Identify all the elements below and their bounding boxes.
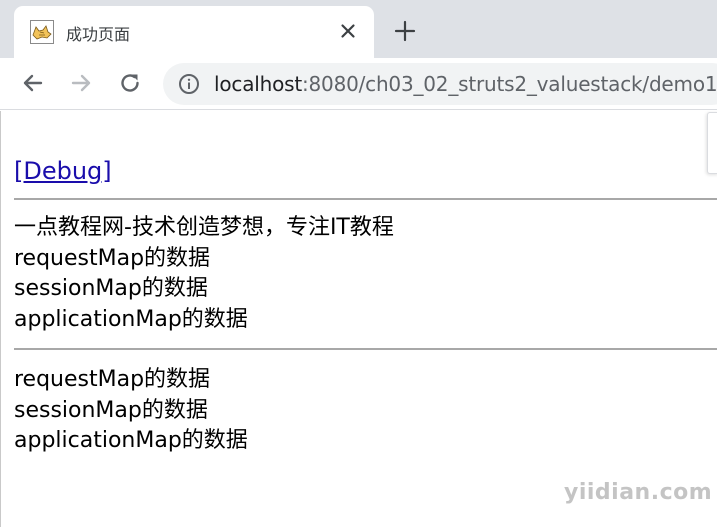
url-host: localhost (214, 72, 302, 96)
debug-link[interactable]: [Debug] (14, 157, 112, 185)
tab-title: 成功页面 (66, 25, 131, 44)
horizontal-rule (14, 198, 717, 200)
session-map-line: sessionMap的数据 (14, 276, 208, 301)
plus-icon[interactable] (394, 20, 416, 42)
reload-icon[interactable] (117, 70, 143, 96)
request-map-line: requestMap的数据 (14, 367, 211, 392)
info-icon[interactable] (178, 73, 200, 95)
value-list-2: requestMap的数据 sessionMap的数据 applicationM… (14, 365, 248, 457)
close-icon[interactable] (339, 22, 357, 40)
page-content: [Debug] 一点教程网-技术创造梦想，专注IT教程 requestMap的数… (0, 111, 717, 527)
horizontal-rule (14, 348, 717, 350)
browser-toolbar: localhost:8080/ch03_02_struts2_valuestac… (0, 58, 717, 110)
message-line: 一点教程网-技术创造梦想，专注IT教程 (14, 215, 394, 240)
arrow-left-icon[interactable] (20, 70, 46, 96)
watermark: yiidian.com (564, 480, 713, 505)
url-text[interactable]: localhost:8080/ch03_02_struts2_valuestac… (214, 72, 717, 96)
value-list-1: 一点教程网-技术创造梦想，专注IT教程 requestMap的数据 sessio… (14, 213, 394, 335)
session-map-line: sessionMap的数据 (14, 397, 208, 423)
tab-strip: 成功页面 (0, 0, 717, 58)
application-map-line: applicationMap的数据 (14, 306, 248, 332)
address-bar[interactable]: localhost:8080/ch03_02_struts2_valuestac… (163, 63, 717, 105)
request-map-line: requestMap的数据 (14, 245, 211, 271)
application-map-line: applicationMap的数据 (14, 428, 248, 453)
arrow-right-icon[interactable] (68, 70, 94, 96)
url-path: :8080/ch03_02_struts2_valuestack/demo1 (301, 72, 717, 96)
active-tab[interactable]: 成功页面 (14, 6, 374, 58)
tomcat-icon (30, 20, 54, 44)
